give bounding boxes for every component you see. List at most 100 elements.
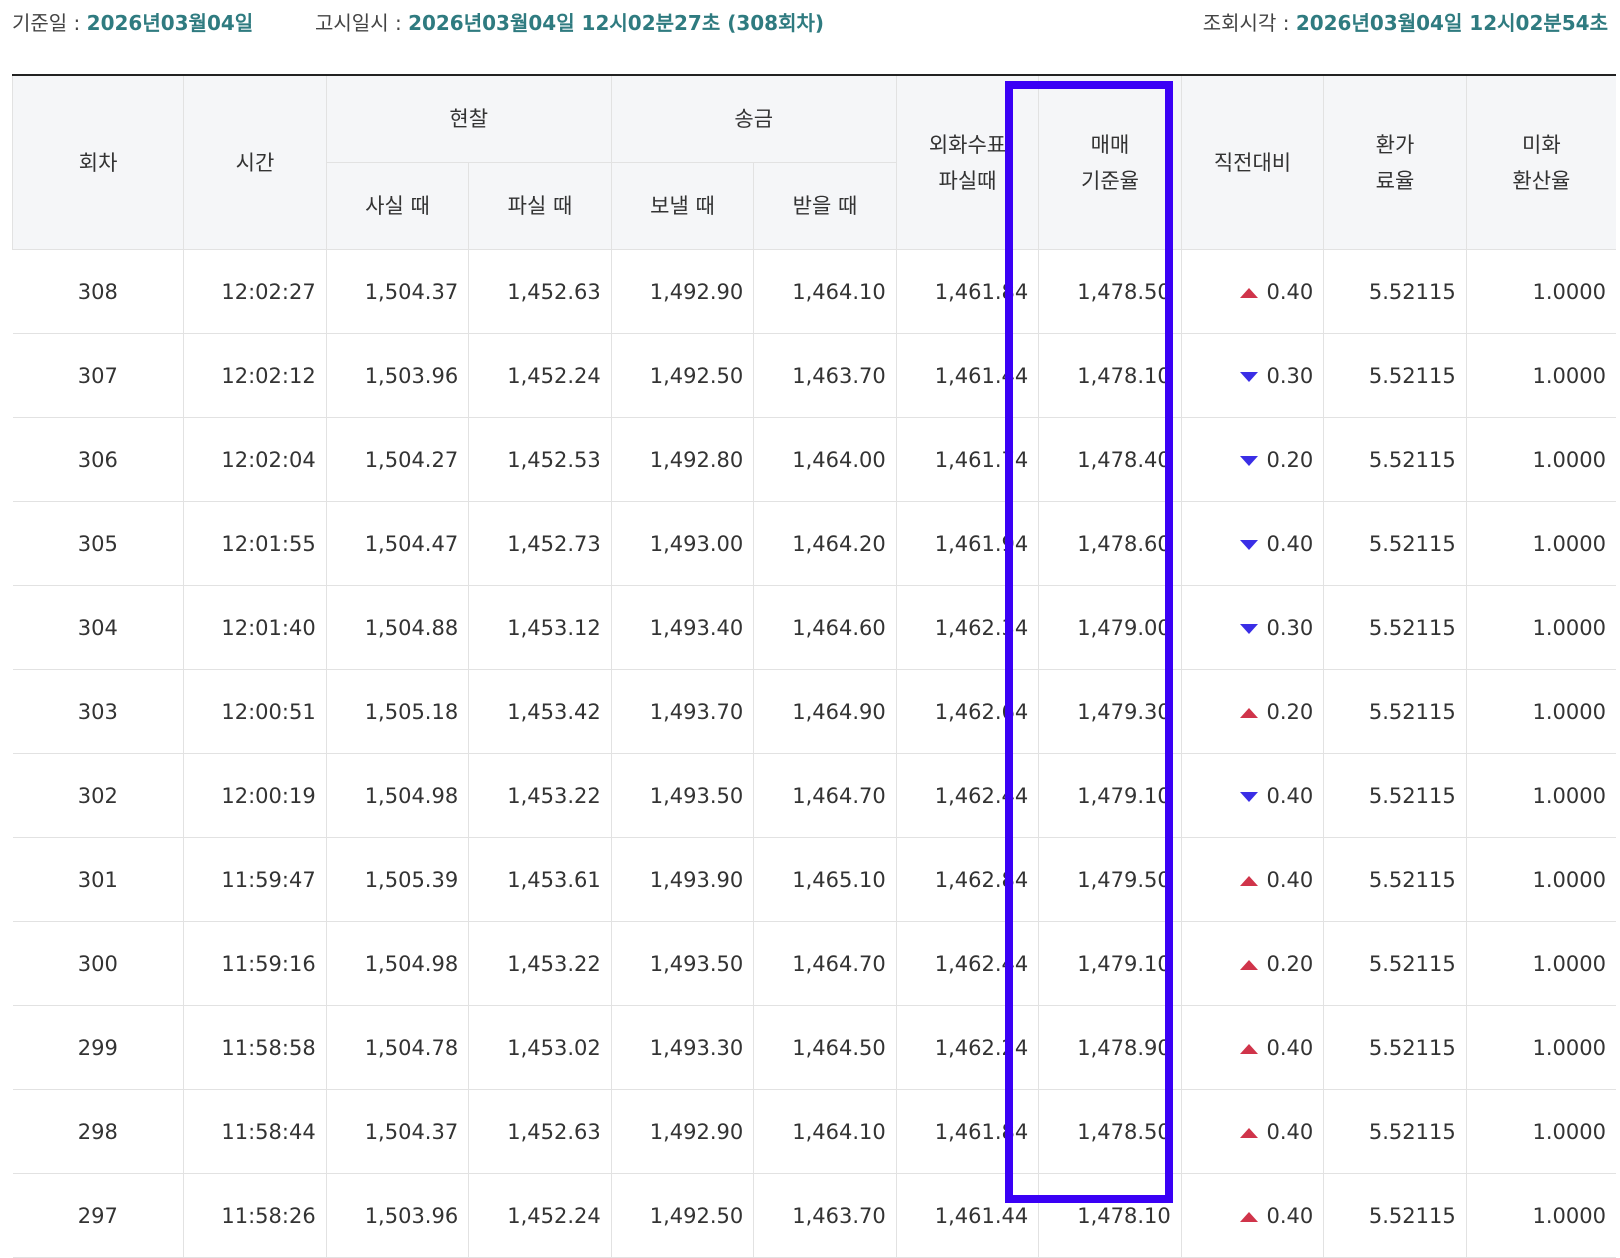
arrow-down-icon xyxy=(1240,455,1259,466)
cell-cash-sell: 1,453.42 xyxy=(468,669,612,754)
cell-usd-rate: 1.0000 xyxy=(1466,921,1616,1006)
cell-time: 12:01:55 xyxy=(183,501,327,586)
cell-check-sell: 1,461.94 xyxy=(896,501,1040,586)
cell-check-sell: 1,462.34 xyxy=(896,585,1040,670)
arrow-up-icon xyxy=(1240,959,1259,970)
cell-remit-receive: 1,464.90 xyxy=(753,669,897,754)
cell-remit-send: 1,493.00 xyxy=(611,501,755,586)
notice-datetime-value: 2026년03월04일 12시02분27초 (308회차) xyxy=(408,11,825,35)
cell-cash-sell: 1,453.61 xyxy=(468,837,612,922)
cell-change: 0.40 xyxy=(1181,1173,1325,1258)
cell-usd-rate: 1.0000 xyxy=(1466,1089,1616,1174)
cell-cash-buy: 1,503.96 xyxy=(326,1173,470,1258)
cell-cash-sell: 1,453.22 xyxy=(468,921,612,1006)
cell-time: 12:02:12 xyxy=(183,333,327,418)
cell-fee-rate: 5.52115 xyxy=(1323,1173,1467,1258)
arrow-up-icon xyxy=(1240,1043,1259,1054)
cell-remit-send: 1,492.80 xyxy=(611,417,755,502)
header-cash-buy: 사실 때 xyxy=(325,162,470,250)
table-row: 306 12:02:04 1,504.27 1,452.53 1,492.80 1,464… xyxy=(12,417,1616,502)
cell-remit-receive: 1,464.70 xyxy=(753,921,897,1006)
cell-time: 12:00:19 xyxy=(183,753,327,838)
cell-change: 0.40 xyxy=(1181,837,1325,922)
base-date-label: 기준일 : xyxy=(12,11,87,35)
cell-change: 0.20 xyxy=(1181,669,1325,754)
cell-cash-sell: 1,452.24 xyxy=(468,333,612,418)
cell-base-rate: 1,478.10 xyxy=(1038,333,1182,418)
cell-cash-buy: 1,504.98 xyxy=(326,921,470,1006)
cell-remit-send: 1,493.30 xyxy=(611,1005,755,1090)
cell-remit-send: 1,492.90 xyxy=(611,1089,755,1174)
arrow-up-icon xyxy=(1240,875,1259,886)
table-row: 308 12:02:27 1,504.37 1,452.63 1,492.90 1,464… xyxy=(12,249,1616,334)
cell-remit-send: 1,493.40 xyxy=(611,585,755,670)
cell-fee-rate: 5.52115 xyxy=(1323,249,1467,334)
cell-cash-buy: 1,504.27 xyxy=(326,417,470,502)
notice-datetime: 고시일시 : 2026년03월04일 12시02분27초 (308회차) xyxy=(315,6,824,40)
table-row: 302 12:00:19 1,504.98 1,453.22 1,493.50 1,464… xyxy=(12,753,1616,838)
header-remit: 송금 xyxy=(610,74,897,163)
table-row: 298 11:58:44 1,504.37 1,452.63 1,492.90 1,464… xyxy=(12,1089,1616,1174)
cell-base-rate: 1,478.50 xyxy=(1038,249,1182,334)
cell-base-rate: 1,478.10 xyxy=(1038,1173,1182,1258)
cell-time: 12:00:51 xyxy=(183,669,327,754)
cell-usd-rate: 1.0000 xyxy=(1466,1005,1616,1090)
cell-change: 0.20 xyxy=(1181,921,1325,1006)
cell-remit-receive: 1,464.10 xyxy=(753,1089,897,1174)
notice-datetime-label: 고시일시 : xyxy=(315,11,409,35)
cell-cash-buy: 1,504.88 xyxy=(326,585,470,670)
cell-cash-buy: 1,504.37 xyxy=(326,1089,470,1174)
cell-fee-rate: 5.52115 xyxy=(1323,1089,1467,1174)
header-remit-receive: 받을 때 xyxy=(753,162,897,250)
cell-time: 11:58:58 xyxy=(183,1005,327,1090)
cell-remit-send: 1,493.70 xyxy=(611,669,755,754)
cell-check-sell: 1,461.74 xyxy=(896,417,1040,502)
cell-base-rate: 1,478.50 xyxy=(1038,1089,1182,1174)
cell-time: 11:59:16 xyxy=(183,921,327,1006)
cell-fee-rate: 5.52115 xyxy=(1323,333,1467,418)
cell-time: 12:02:27 xyxy=(183,249,327,334)
table-row: 301 11:59:47 1,505.39 1,453.61 1,493.90 1,465… xyxy=(12,837,1616,922)
cell-change: 0.40 xyxy=(1181,249,1325,334)
cell-usd-rate: 1.0000 xyxy=(1466,669,1616,754)
cell-check-sell: 1,462.64 xyxy=(896,669,1040,754)
cell-cash-sell: 1,452.63 xyxy=(468,249,612,334)
cell-cash-buy: 1,504.98 xyxy=(326,753,470,838)
cell-remit-receive: 1,464.70 xyxy=(753,753,897,838)
exchange-rate-table: 회차 시간 현찰 송금 외화수표 파실때 매매 기준율 직전대비 환가 료율 미화 환산… xyxy=(11,74,1616,1258)
cell-round: 304 xyxy=(12,585,185,670)
cell-check-sell: 1,461.44 xyxy=(896,1173,1040,1258)
header-time: 시간 xyxy=(183,74,327,250)
cell-cash-buy: 1,505.18 xyxy=(326,669,470,754)
cell-round: 307 xyxy=(12,333,185,418)
cell-remit-receive: 1,464.10 xyxy=(753,249,897,334)
cell-remit-send: 1,492.50 xyxy=(611,333,755,418)
cell-round: 302 xyxy=(12,753,185,838)
cell-check-sell: 1,462.44 xyxy=(896,753,1040,838)
cell-cash-sell: 1,452.24 xyxy=(468,1173,612,1258)
cell-remit-send: 1,493.90 xyxy=(611,837,755,922)
cell-check-sell: 1,462.44 xyxy=(896,921,1040,1006)
arrow-down-icon xyxy=(1240,539,1259,550)
arrow-down-icon xyxy=(1240,623,1259,634)
table-row: 300 11:59:16 1,504.98 1,453.22 1,493.50 1,464… xyxy=(12,921,1616,1006)
cell-change: 0.30 xyxy=(1181,585,1325,670)
table-row: 299 11:58:58 1,504.78 1,453.02 1,493.30 1,464… xyxy=(12,1005,1616,1090)
cell-remit-receive: 1,465.10 xyxy=(753,837,897,922)
cell-remit-receive: 1,463.70 xyxy=(753,333,897,418)
inquiry-time: 조회시각 : 2026년03월04일 12시02분54초 xyxy=(1203,6,1608,40)
cell-remit-send: 1,492.90 xyxy=(611,249,755,334)
cell-change: 0.20 xyxy=(1181,417,1325,502)
cell-cash-buy: 1,504.37 xyxy=(326,249,470,334)
cell-round: 301 xyxy=(12,837,185,922)
cell-change: 0.40 xyxy=(1181,1005,1325,1090)
arrow-up-icon xyxy=(1240,707,1259,718)
cell-base-rate: 1,478.40 xyxy=(1038,417,1182,502)
cell-check-sell: 1,461.84 xyxy=(896,249,1040,334)
cell-cash-sell: 1,453.12 xyxy=(468,585,612,670)
cell-cash-buy: 1,503.96 xyxy=(326,333,470,418)
cell-usd-rate: 1.0000 xyxy=(1466,585,1616,670)
cell-usd-rate: 1.0000 xyxy=(1466,753,1616,838)
cell-time: 11:58:26 xyxy=(183,1173,327,1258)
cell-cash-sell: 1,452.73 xyxy=(468,501,612,586)
